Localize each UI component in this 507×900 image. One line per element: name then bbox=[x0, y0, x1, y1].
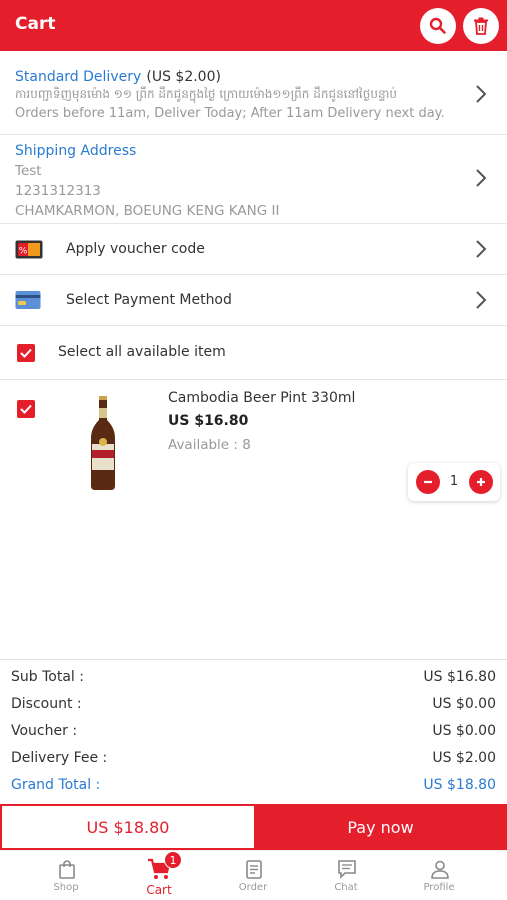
tab-cart[interactable]: Cart bbox=[114, 851, 204, 900]
tab-shop-label: Shop bbox=[53, 882, 79, 893]
payment-label: Select Payment Method bbox=[66, 292, 232, 308]
app-header: Cart bbox=[0, 0, 507, 51]
tab-order-label: Order bbox=[238, 882, 268, 893]
delivery-method-row[interactable]: Standard Delivery (US $2.00) ការបញ្ជាទិញ… bbox=[0, 51, 507, 135]
checkmark-icon bbox=[20, 404, 32, 414]
grand-total-value: US $18.80 bbox=[423, 777, 496, 793]
delivery-price: (US $2.00) bbox=[146, 69, 221, 85]
select-all-checkbox[interactable] bbox=[17, 344, 35, 362]
voucher-label: Apply voucher code bbox=[66, 241, 205, 257]
tab-shop[interactable]: Shop bbox=[21, 851, 111, 900]
voucher-row[interactable]: % Apply voucher code bbox=[0, 224, 507, 275]
voucher-summary-label: Voucher : bbox=[11, 723, 78, 739]
address-title: Shipping Address bbox=[15, 143, 137, 159]
voucher-summary-value: US $0.00 bbox=[432, 723, 496, 739]
address-phone: 1231312313 bbox=[15, 183, 101, 199]
bottom-tab-bar: Shop Cart 1 Order Chat Profile bbox=[0, 850, 507, 900]
shop-bag-icon bbox=[59, 860, 75, 879]
credit-card-icon bbox=[15, 291, 41, 309]
item-checkbox[interactable] bbox=[17, 400, 35, 418]
search-button[interactable] bbox=[420, 8, 456, 44]
quantity-stepper: 1 bbox=[408, 463, 500, 501]
voucher-icon: % bbox=[15, 240, 43, 259]
decrease-quantity-button[interactable] bbox=[416, 470, 440, 494]
subtotal-label: Sub Total : bbox=[11, 669, 84, 685]
page-title: Cart bbox=[15, 14, 56, 34]
footer-total: US $18.80 bbox=[0, 804, 254, 850]
increase-quantity-button[interactable] bbox=[469, 470, 493, 494]
search-icon bbox=[429, 17, 446, 34]
tab-cart-label: Cart bbox=[146, 883, 172, 897]
tab-chat-label: Chat bbox=[334, 882, 358, 893]
delivery-fee-value: US $2.00 bbox=[432, 750, 496, 766]
delivery-fee-label: Delivery Fee : bbox=[11, 750, 108, 766]
order-summary: Sub Total : US $16.80 Discount : US $0.0… bbox=[0, 659, 507, 804]
order-list-icon bbox=[246, 860, 262, 879]
item-availability: Available : 8 bbox=[168, 437, 251, 453]
subtotal-value: US $16.80 bbox=[423, 669, 496, 685]
select-all-row: Select all available item bbox=[0, 326, 507, 380]
pay-now-button[interactable]: Pay now bbox=[254, 804, 507, 850]
payment-method-row[interactable]: Select Payment Method bbox=[0, 275, 507, 326]
tab-order[interactable]: Order bbox=[208, 851, 298, 900]
chat-icon bbox=[338, 860, 356, 879]
delivery-title-line: Standard Delivery (US $2.00) bbox=[15, 66, 221, 85]
chevron-right-icon bbox=[476, 240, 487, 258]
svg-text:%: % bbox=[19, 247, 28, 257]
cart-count-badge: 1 bbox=[164, 851, 182, 869]
quantity-value: 1 bbox=[449, 474, 459, 489]
checkmark-icon bbox=[20, 348, 32, 358]
chevron-right-icon bbox=[476, 169, 487, 187]
delete-button[interactable] bbox=[463, 8, 499, 44]
discount-label: Discount : bbox=[11, 696, 82, 712]
address-name: Test bbox=[15, 163, 42, 179]
tab-chat[interactable]: Chat bbox=[301, 851, 391, 900]
minus-icon bbox=[424, 480, 432, 484]
item-price: US $16.80 bbox=[168, 413, 249, 429]
chevron-right-icon bbox=[476, 85, 487, 103]
grand-total-label: Grand Total : bbox=[11, 777, 101, 793]
tab-profile-label: Profile bbox=[423, 882, 455, 893]
trash-icon bbox=[474, 17, 488, 35]
discount-value: US $0.00 bbox=[432, 696, 496, 712]
address-location: CHAMKARMON, BOEUNG KENG KANG II bbox=[15, 203, 280, 219]
chevron-right-icon bbox=[476, 291, 487, 309]
item-name: Cambodia Beer Pint 330ml bbox=[168, 390, 356, 406]
plus-icon bbox=[477, 478, 485, 486]
tab-profile[interactable]: Profile bbox=[394, 851, 484, 900]
delivery-note: Orders before 11am, Deliver Today; After… bbox=[15, 106, 445, 121]
beer-bottle-image bbox=[91, 396, 115, 490]
delivery-khmer-note: ការបញ្ជាទិញមុនម៉ោង ១១ ព្រឹក ដឹកជូនក្នុងថ… bbox=[15, 87, 398, 101]
delivery-title: Standard Delivery bbox=[15, 69, 142, 85]
select-all-label: Select all available item bbox=[58, 344, 226, 360]
profile-icon bbox=[431, 860, 449, 879]
shipping-address-row[interactable]: Shipping Address Test 1231312313 CHAMKAR… bbox=[0, 135, 507, 224]
